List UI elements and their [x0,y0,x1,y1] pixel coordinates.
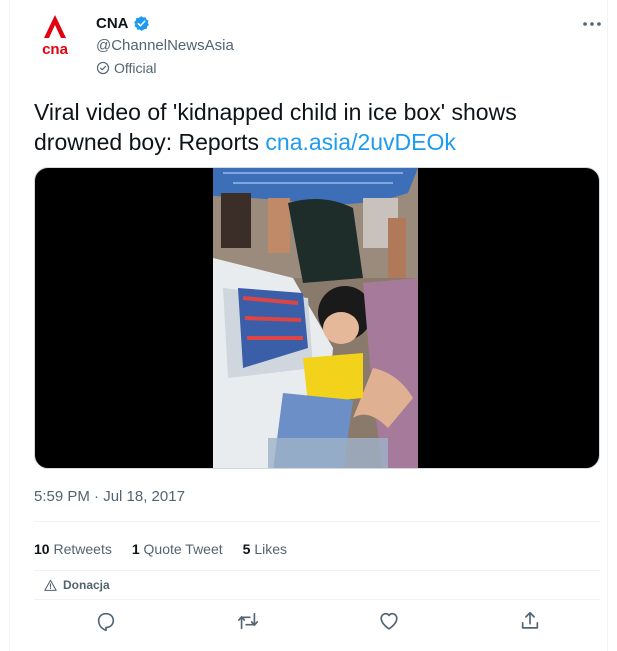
donation-label: Donacja [63,578,110,592]
quotes-stat[interactable]: 1 Quote Tweet [132,541,223,557]
tweet-card: cna CNA @ChannelNewsAsia Official Viral … [9,0,608,651]
author-name-row[interactable]: CNA [96,15,150,32]
retweet-icon [238,612,258,630]
video-player[interactable] [34,167,600,469]
engagement-stats: 10 Retweets 1 Quote Tweet 5 Likes [34,541,287,557]
tweet-link[interactable]: cna.asia/2uvDEOk [265,129,455,155]
divider [34,521,600,522]
share-button[interactable] [516,607,544,635]
author-name[interactable]: CNA [96,15,129,32]
video-thumbnail [213,168,418,468]
more-icon [583,22,601,26]
official-label: Official [114,60,157,76]
retweets-stat[interactable]: 10 Retweets [34,541,112,557]
avatar-text: cna [42,41,69,58]
tweet-timestamp[interactable]: 5:59 PM · Jul 18, 2017 [34,488,185,505]
cna-logo-icon: cna [42,15,69,58]
official-label-row: Official [96,60,157,76]
tweet-text: Viral video of 'kidnapped child in ice b… [34,97,594,157]
retweet-button[interactable] [234,607,262,635]
divider [34,599,600,600]
warning-icon [44,579,57,591]
heart-icon [380,612,398,630]
official-check-icon [96,61,110,75]
reply-icon [97,612,115,632]
like-button[interactable] [375,607,403,635]
more-options-button[interactable] [578,12,606,36]
video-frame [213,168,418,468]
avatar[interactable]: cna [34,12,76,58]
reply-button[interactable] [92,607,120,635]
author-handle[interactable]: @ChannelNewsAsia [96,37,234,54]
donation-button[interactable]: Donacja [44,578,110,592]
verified-badge-icon [133,15,150,32]
likes-stat[interactable]: 5 Likes [243,541,287,557]
tweet-actions [34,607,600,635]
share-icon [521,611,539,629]
divider [34,570,600,571]
